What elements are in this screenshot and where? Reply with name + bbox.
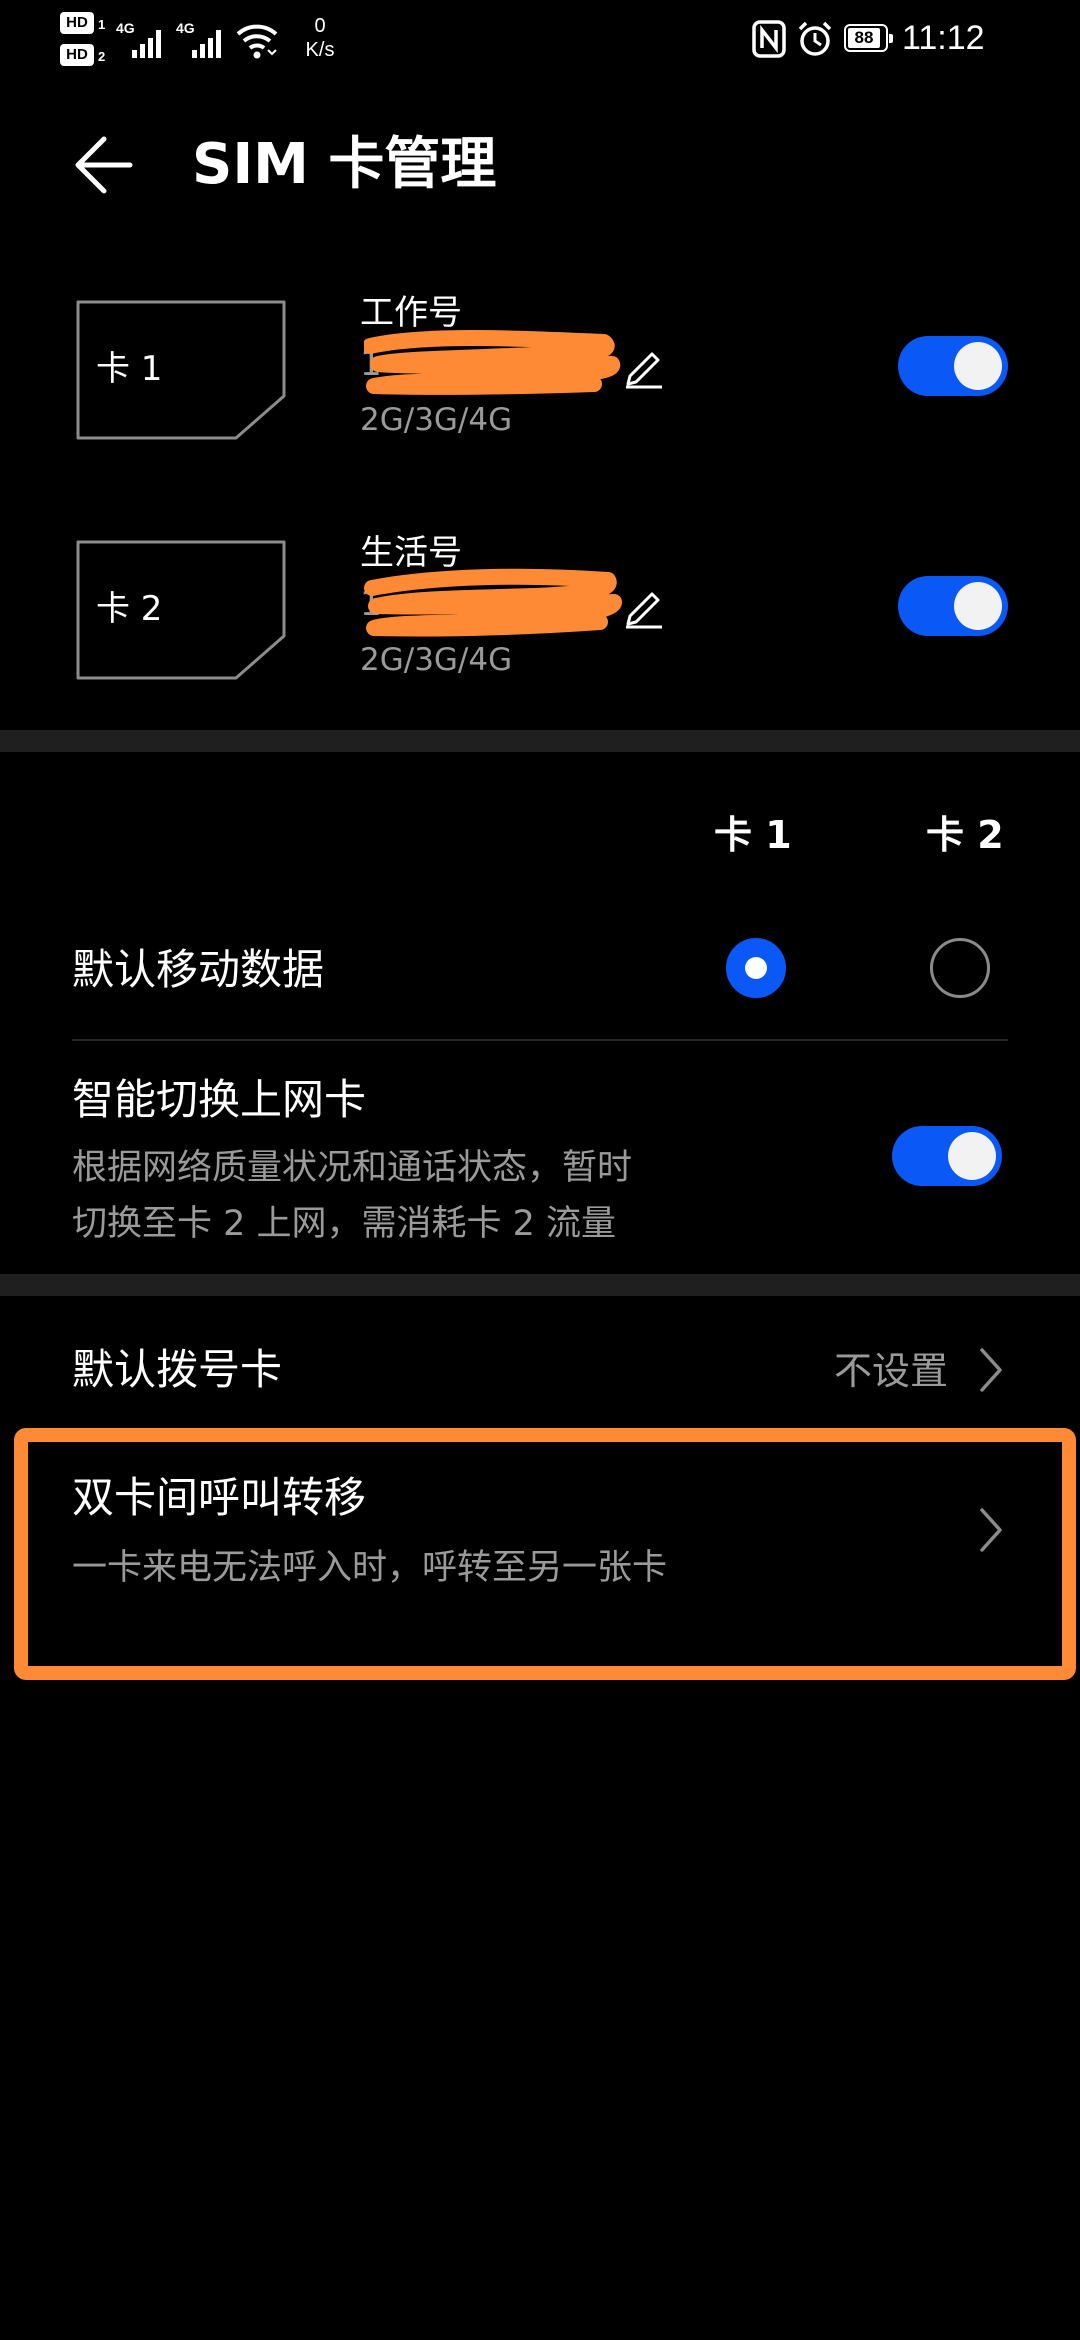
default-data-label: 默认移动数据 [72,945,325,994]
hd-icon: HD 1 [60,12,110,36]
redaction-mark [364,568,622,637]
toggle-knob [954,582,1002,630]
smart-switch-desc: 根据网络质量状况和通话状态，暂时 [72,1148,633,1188]
redaction-mark [364,330,621,395]
section-divider [0,730,1080,752]
hd-icon: HD 2 [60,44,110,68]
smart-switch-title: 智能切换上网卡 [72,1075,367,1124]
nfc-icon [752,20,786,58]
smart-switch-toggle[interactable] [892,1126,1002,1186]
edit-name-button[interactable] [622,346,666,390]
status-bar: HD 1 HD 2 4G 4G 0 K/s 88 11:12 [0,0,1080,80]
default-data-radio-sim2[interactable] [930,938,990,998]
toggle-knob [948,1132,996,1180]
clock: 11:12 [902,19,985,57]
toggle-knob [954,342,1002,390]
sim-2-toggle[interactable] [898,576,1008,636]
column-header-sim1: 卡 1 [714,813,792,857]
highlight-annotation [14,1428,1076,1680]
wifi-icon [236,24,278,59]
chevron-right-icon [980,1348,1002,1392]
sim-card-row-1[interactable]: 卡 1 工作号 1 2G/3G/4G [0,293,1080,496]
column-header-sim2: 卡 2 [926,813,1004,857]
signal-icon: 4G [176,20,224,62]
default-dial-value: 不设置 [834,1349,949,1393]
sim-network-type: 2G/3G/4G [360,642,513,678]
pencil-icon [626,352,662,389]
sim-icon-label: 卡 1 [96,349,163,389]
pencil-icon [626,592,662,629]
default-dial-label: 默认拨号卡 [72,1345,283,1394]
network-speed: 0 K/s [305,15,335,61]
back-arrow-icon [75,136,133,194]
app-bar: SIM 卡管理 [0,100,1080,230]
sim-network-type: 2G/3G/4G [360,402,513,438]
alarm-icon [798,21,832,56]
sim-card-row-2[interactable]: 卡 2 生活号 1 2G/3G/4G [0,533,1080,736]
section-divider [0,1274,1080,1296]
edit-name-button[interactable] [622,586,666,630]
smart-switch-desc: 切换至卡 2 上网，需消耗卡 2 流量 [72,1204,617,1244]
back-button[interactable] [58,120,148,210]
default-data-radio-sim1[interactable] [726,938,786,998]
sim-1-toggle[interactable] [898,336,1008,396]
battery-icon: 88 [844,24,893,52]
signal-icon: 4G [116,20,164,62]
sim-icon-label: 卡 2 [96,589,163,629]
page-title: SIM 卡管理 [192,132,497,197]
row-divider [72,1039,1008,1041]
status-right-group: 88 11:12 [752,12,1042,68]
